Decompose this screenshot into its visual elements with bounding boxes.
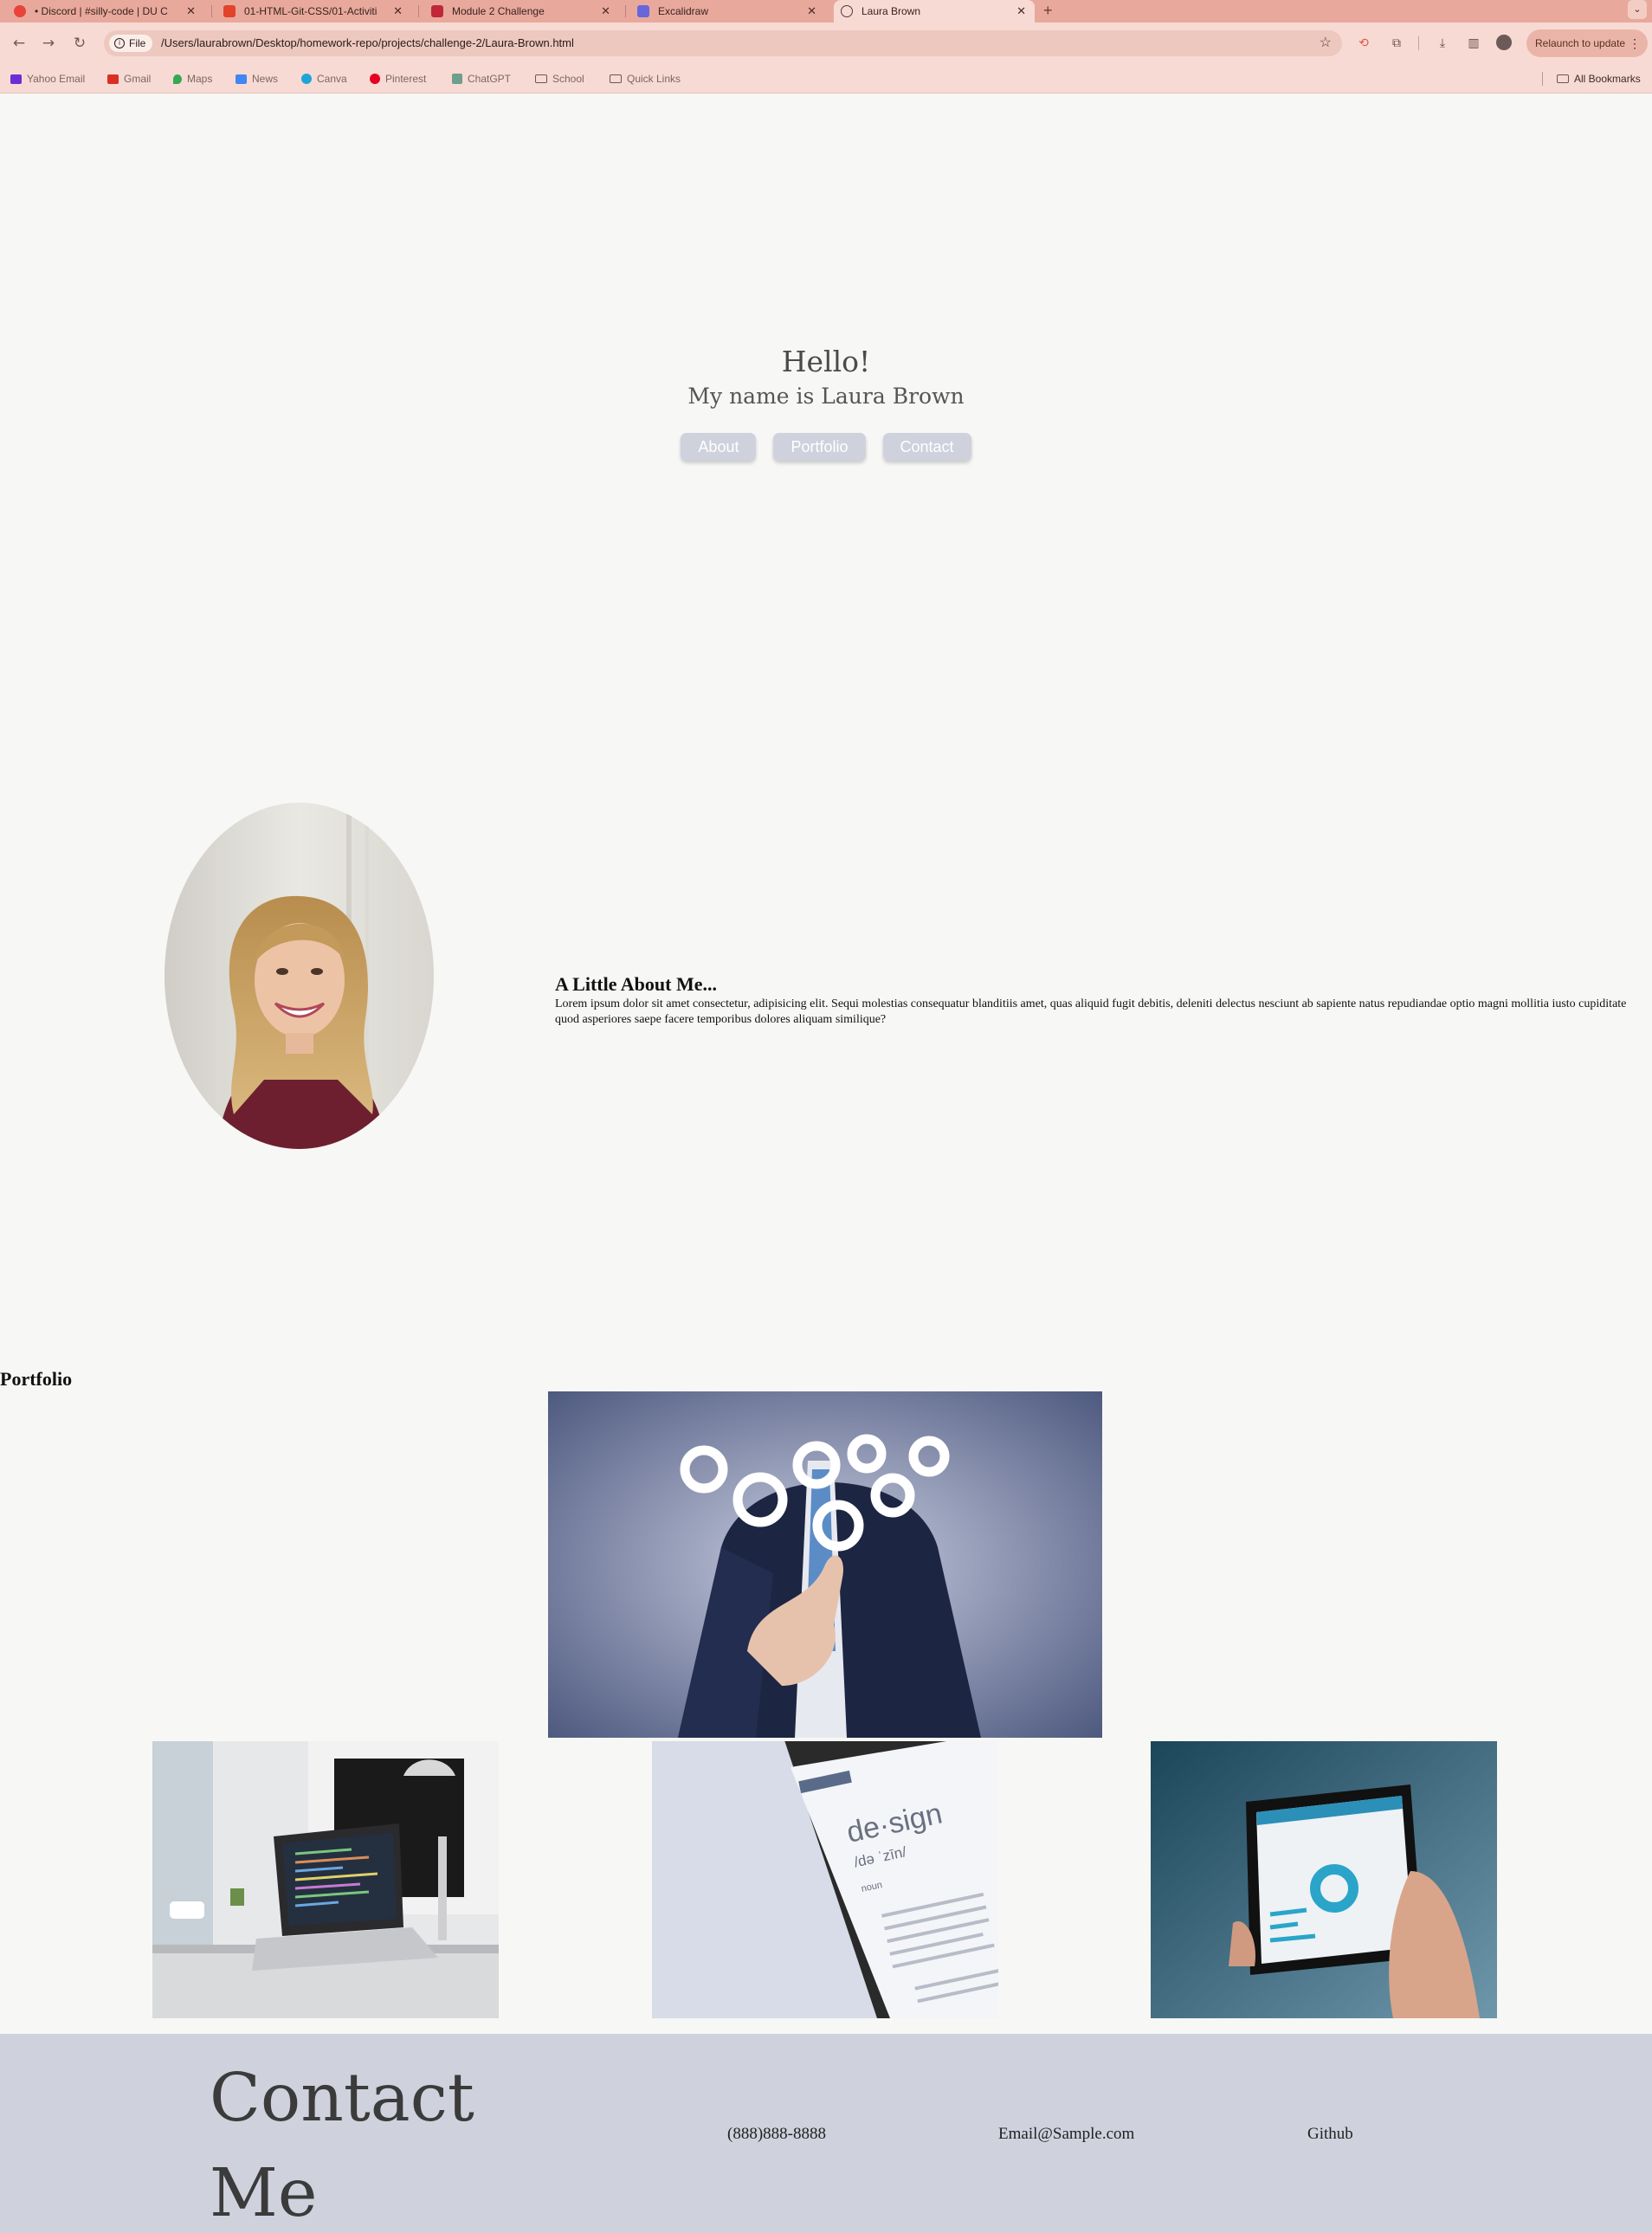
bookmark-canva[interactable]: Canva: [301, 64, 347, 94]
contact-email-link[interactable]: Email@Sample.com: [998, 2125, 1134, 2144]
back-button[interactable]: ←: [9, 33, 29, 54]
tab-search-button[interactable]: ⌄: [1628, 0, 1647, 19]
about-nav-button[interactable]: About: [681, 433, 757, 461]
extension-pin-icon[interactable]: ⟲: [1355, 35, 1372, 52]
site-info-chip[interactable]: i File: [109, 35, 153, 52]
bookmark-label: News: [252, 73, 279, 85]
portfolio-image-laptop-desk[interactable]: [152, 1741, 499, 2018]
side-panel-icon[interactable]: ▥: [1465, 35, 1482, 52]
portfolio-image-tablet-dashboard[interactable]: [1151, 1741, 1497, 2018]
contact-github-link[interactable]: Github: [1307, 2125, 1353, 2144]
canvas-favicon-icon: [431, 5, 443, 17]
portfolio-featured-image[interactable]: [548, 1391, 1102, 1738]
bookmark-label: School: [552, 73, 584, 85]
tab-label: Excalidraw: [658, 5, 709, 17]
profile-portrait: [165, 803, 434, 1149]
url-text[interactable]: /Users/laurabrown/Desktop/homework-repo/…: [161, 30, 574, 56]
about-title: A Little About Me...: [555, 973, 717, 995]
bookmark-maps[interactable]: Maps: [173, 64, 212, 94]
gmail-icon: [107, 74, 119, 84]
more-menu-icon[interactable]: ⋮: [1629, 29, 1641, 57]
tab-label: 01-HTML-Git-CSS/01-Activiti: [244, 5, 378, 17]
portfolio-title: Portfolio: [0, 1368, 73, 1390]
bookmark-folder-quick-links[interactable]: Quick Links: [610, 64, 681, 94]
bookmarks-bar: Yahoo Email Gmail Maps News Canva Pinter…: [0, 64, 1652, 94]
bookmark-label: Yahoo Email: [27, 73, 86, 85]
hero-nav: About Portfolio Contact: [0, 433, 1652, 461]
folder-icon: [535, 74, 547, 83]
bookmark-chatgpt[interactable]: ChatGPT: [452, 64, 511, 94]
tab-discord[interactable]: • Discord | #silly-code | DU C ✕: [7, 0, 204, 23]
bookmark-label: Canva: [317, 73, 347, 85]
portfolio-nav-button[interactable]: Portfolio: [773, 433, 866, 461]
browser-toolbar: ← → ↻ i File /Users/laurabrown/Desktop/h…: [0, 23, 1652, 64]
chatgpt-icon: [452, 74, 462, 84]
hero-name-line: My name is Laura Brown: [687, 384, 965, 409]
bookmark-star-icon[interactable]: ☆: [1320, 30, 1332, 56]
close-tab-icon[interactable]: ✕: [601, 4, 610, 18]
close-tab-icon[interactable]: ✕: [1016, 4, 1026, 18]
arrow-right-icon: →: [42, 35, 55, 52]
contact-section: Contact Me (888)888-8888 Email@Sample.co…: [0, 2034, 1652, 2233]
bookmark-gmail[interactable]: Gmail: [107, 64, 151, 94]
reload-button[interactable]: ↻: [69, 33, 90, 54]
bookmark-label: Maps: [187, 73, 213, 85]
bookmark-label: Pinterest: [385, 73, 427, 85]
new-tab-button[interactable]: +: [1043, 0, 1053, 23]
site-info-label: File: [129, 37, 146, 49]
folder-icon: [1557, 74, 1569, 83]
chevron-down-icon: ⌄: [1633, 4, 1642, 15]
hero-greeting: Hello!: [781, 345, 871, 378]
info-icon: i: [114, 38, 125, 48]
gitlab-favicon-icon: [223, 5, 236, 17]
contact-title: Contact Me: [210, 2060, 474, 2232]
bookmark-folder-school[interactable]: School: [535, 64, 584, 94]
bookmark-news[interactable]: News: [236, 64, 278, 94]
excalidraw-favicon-icon: [637, 5, 649, 17]
discord-favicon-icon: [14, 5, 26, 17]
reload-icon: ↻: [73, 35, 87, 52]
tab-laura-brown[interactable]: Laura Brown ✕: [834, 0, 1035, 23]
relaunch-to-update-button[interactable]: Relaunch to update ⋮: [1526, 29, 1648, 57]
arrow-left-icon: ←: [12, 35, 26, 52]
contact-phone[interactable]: (888)888-8888: [727, 2125, 826, 2144]
tab-label: Laura Brown: [861, 5, 921, 17]
globe-favicon-icon: [841, 5, 853, 17]
relaunch-label: Relaunch to update: [1535, 37, 1626, 49]
canva-icon: [301, 74, 312, 84]
about-text: Lorem ipsum dolor sit amet consectetur, …: [555, 997, 1627, 1026]
pinterest-icon: [370, 74, 380, 84]
tab-git-css[interactable]: 01-HTML-Git-CSS/01-Activiti ✕: [216, 0, 411, 23]
close-tab-icon[interactable]: ✕: [186, 4, 196, 18]
tab-excalidraw[interactable]: Excalidraw ✕: [630, 0, 825, 23]
close-tab-icon[interactable]: ✕: [393, 4, 403, 18]
bookmark-pinterest[interactable]: Pinterest: [370, 64, 426, 94]
mail-icon: [10, 74, 22, 84]
address-bar[interactable]: i File /Users/laurabrown/Desktop/homewor…: [104, 30, 1342, 56]
tab-label: • Discord | #silly-code | DU C: [35, 5, 168, 17]
tab-label: Module 2 Challenge: [452, 5, 545, 17]
folder-icon: [610, 74, 622, 83]
download-icon[interactable]: ⤓: [1434, 35, 1451, 52]
bookmark-label: All Bookmarks: [1574, 73, 1641, 85]
map-pin-icon: [173, 74, 182, 84]
bookmark-label: ChatGPT: [468, 73, 512, 85]
tab-strip: • Discord | #silly-code | DU C ✕ 01-HTML…: [0, 0, 1652, 23]
bookmark-label: Gmail: [124, 73, 152, 85]
tab-module-2[interactable]: Module 2 Challenge ✕: [424, 0, 619, 23]
contact-nav-button[interactable]: Contact: [882, 433, 971, 461]
profile-avatar-icon[interactable]: [1496, 35, 1512, 50]
extensions-puzzle-icon[interactable]: ⧉: [1388, 35, 1405, 52]
forward-button[interactable]: →: [38, 33, 59, 54]
all-bookmarks-button[interactable]: All Bookmarks: [1557, 64, 1641, 94]
news-icon: [236, 74, 247, 84]
portfolio-image-design-phone[interactable]: de·sign /də ˈzīn/ noun: [652, 1741, 998, 2018]
bookmark-yahoo-email[interactable]: Yahoo Email: [10, 64, 85, 94]
close-tab-icon[interactable]: ✕: [807, 4, 816, 18]
bookmark-label: Quick Links: [627, 73, 681, 85]
